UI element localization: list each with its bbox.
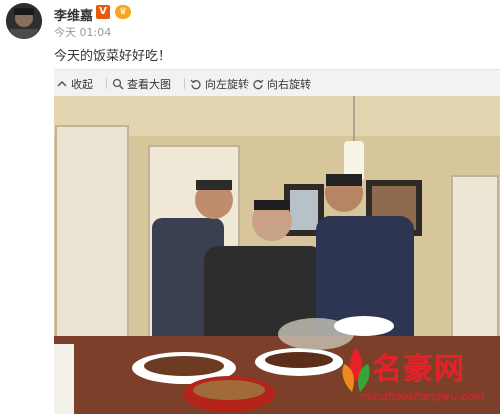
watermark-brand: 名豪网 [372, 352, 465, 387]
post-text: 今天的饭菜好好吃！ [54, 49, 172, 64]
view-large-button[interactable]: 查看大图 [112, 76, 171, 92]
post-timestamp[interactable]: 今天 01:04 [54, 24, 111, 40]
rotate-right-label: 向右旋转 [267, 78, 311, 91]
view-large-label: 查看大图 [127, 78, 171, 91]
level-icon: ♛ [115, 5, 131, 19]
divider [184, 78, 185, 89]
divider [246, 78, 247, 89]
username[interactable]: 李维嘉 [54, 5, 93, 24]
zoom-icon [112, 78, 124, 90]
rotate-left-button[interactable]: 向左旋转 [190, 76, 249, 92]
rotate-left-label: 向左旋转 [205, 78, 249, 91]
collapse-button[interactable]: 收起 [56, 76, 93, 92]
rotate-right-button[interactable]: 向右旋转 [252, 76, 311, 92]
divider [106, 78, 107, 89]
rotate-right-icon [253, 79, 264, 90]
avatar[interactable] [6, 3, 42, 39]
watermark-url: minghaoshangwu.com [360, 390, 485, 403]
image-toolbar: 收起 查看大图 向左旋转 向右旋转 [54, 69, 500, 96]
verified-icon: V [96, 5, 110, 19]
rotate-left-icon [190, 79, 201, 90]
collapse-icon [57, 80, 67, 87]
collapse-label: 收起 [71, 78, 93, 91]
